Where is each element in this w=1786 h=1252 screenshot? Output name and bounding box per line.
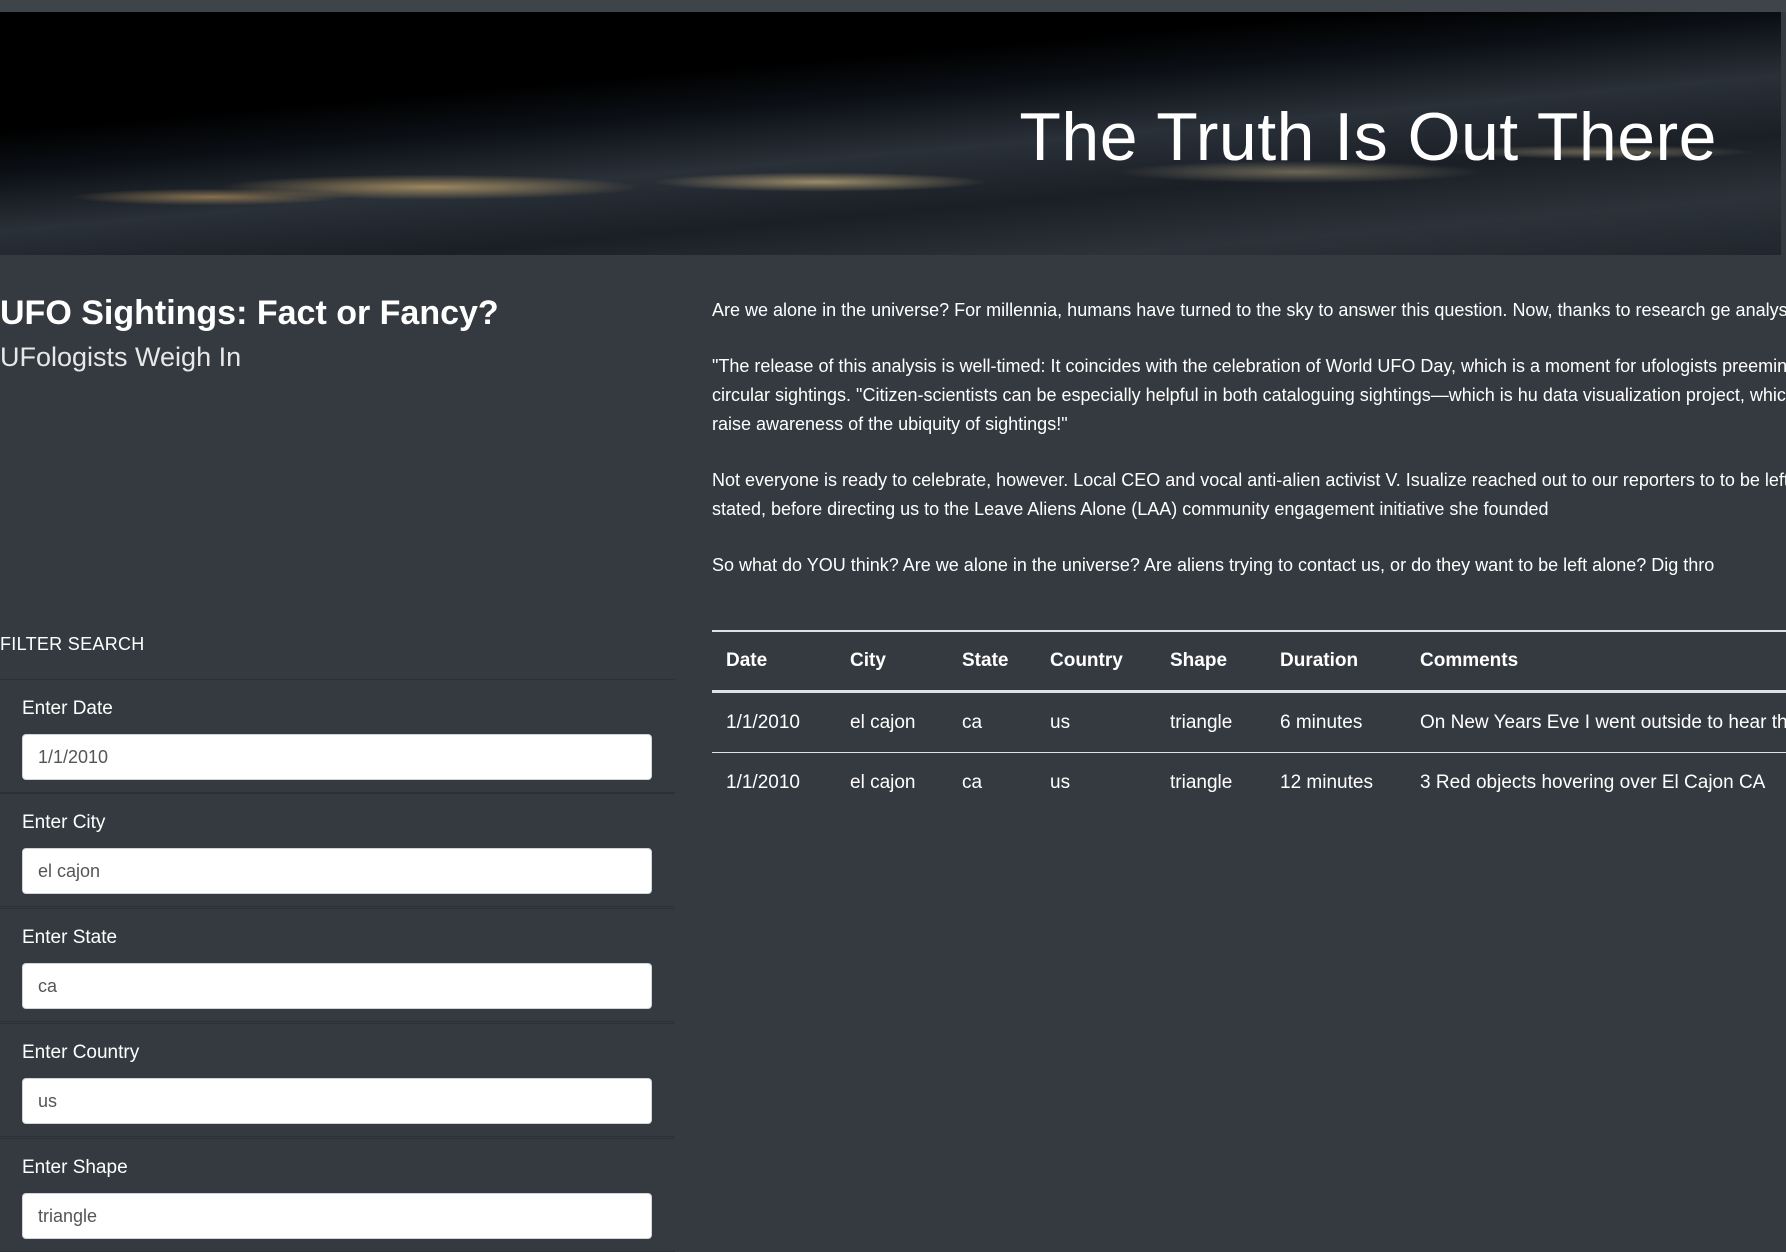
header-comments: Comments [1406, 630, 1786, 693]
filter-item-date: Enter Date [0, 679, 675, 793]
table-row: 1/1/2010 el cajon ca us triangle 6 minut… [712, 691, 1786, 753]
cell-state: ca [962, 771, 983, 793]
country-label: Enter Country [22, 1042, 140, 1063]
filter-item-country: Enter Country [0, 1023, 675, 1137]
header-country: Country [1036, 630, 1156, 693]
cell-comments: On New Years Eve I went outside to hear … [1406, 691, 1786, 753]
article-paragraph: Not everyone is ready to celebrate, howe… [712, 470, 1786, 519]
cell-date: 1/1/2010 [726, 771, 800, 793]
header-date: Date [712, 630, 836, 693]
header-city: City [836, 630, 948, 693]
header-shape: Shape [1156, 630, 1266, 693]
country-input[interactable] [22, 1078, 652, 1124]
article-body: Are we alone in the universe? For millen… [712, 296, 1786, 607]
article-paragraph: So what do YOU think? Are we alone in th… [712, 555, 1715, 575]
table-row: 1/1/2010 el cajon ca us triangle 12 minu… [712, 753, 1786, 813]
filter-item-shape: Enter Shape [0, 1138, 675, 1252]
cell-city: el cajon [836, 691, 948, 753]
filter-item-city: Enter City [0, 793, 675, 907]
top-bar [0, 0, 1786, 12]
header-state: State [948, 630, 1036, 693]
hero-banner: The Truth Is Out There [0, 12, 1781, 255]
filter-search-label: FILTER SEARCH [0, 634, 145, 654]
date-input[interactable] [22, 734, 652, 780]
hero-title: The Truth Is Out There [1019, 99, 1717, 175]
cell-country: us [1036, 691, 1156, 753]
cell-state: ca [948, 691, 1036, 753]
cell-duration: 6 minutes [1266, 691, 1406, 753]
shape-label: Enter Shape [22, 1157, 128, 1178]
cell-city: el cajon [850, 771, 916, 793]
article-paragraph: "The release of this analysis is well-ti… [712, 356, 1786, 434]
ufo-table: Date City State Country Shape Duration C… [712, 630, 1786, 812]
cell-shape: triangle [1170, 771, 1233, 793]
cell-country: us [1050, 771, 1071, 793]
ufo-table-container: Date City State Country Shape Duration C… [712, 630, 1786, 812]
header-duration: Duration [1266, 630, 1406, 693]
shape-input[interactable] [22, 1193, 652, 1239]
page-heading: UFO Sightings: Fact or Fancy? [0, 294, 499, 332]
filter-item-state: Enter State [0, 908, 675, 1022]
cell-duration: 12 minutes [1280, 771, 1373, 793]
cell-shape: triangle [1156, 691, 1266, 753]
city-label: Enter City [22, 812, 106, 833]
state-label: Enter State [22, 927, 118, 948]
state-input[interactable] [22, 963, 652, 1009]
cell-comments: 3 Red objects hovering over El Cajon CA [1420, 771, 1766, 793]
date-label: Enter Date [22, 698, 113, 719]
table-header-row: Date City State Country Shape Duration C… [712, 630, 1786, 693]
filter-panel: Enter Date Enter City Enter State Enter … [0, 679, 675, 1252]
page-subheading: UFologists Weigh In [0, 342, 242, 372]
cell-date: 1/1/2010 [712, 691, 836, 753]
city-input[interactable] [22, 848, 652, 894]
article-paragraph: Are we alone in the universe? For millen… [712, 300, 1786, 320]
